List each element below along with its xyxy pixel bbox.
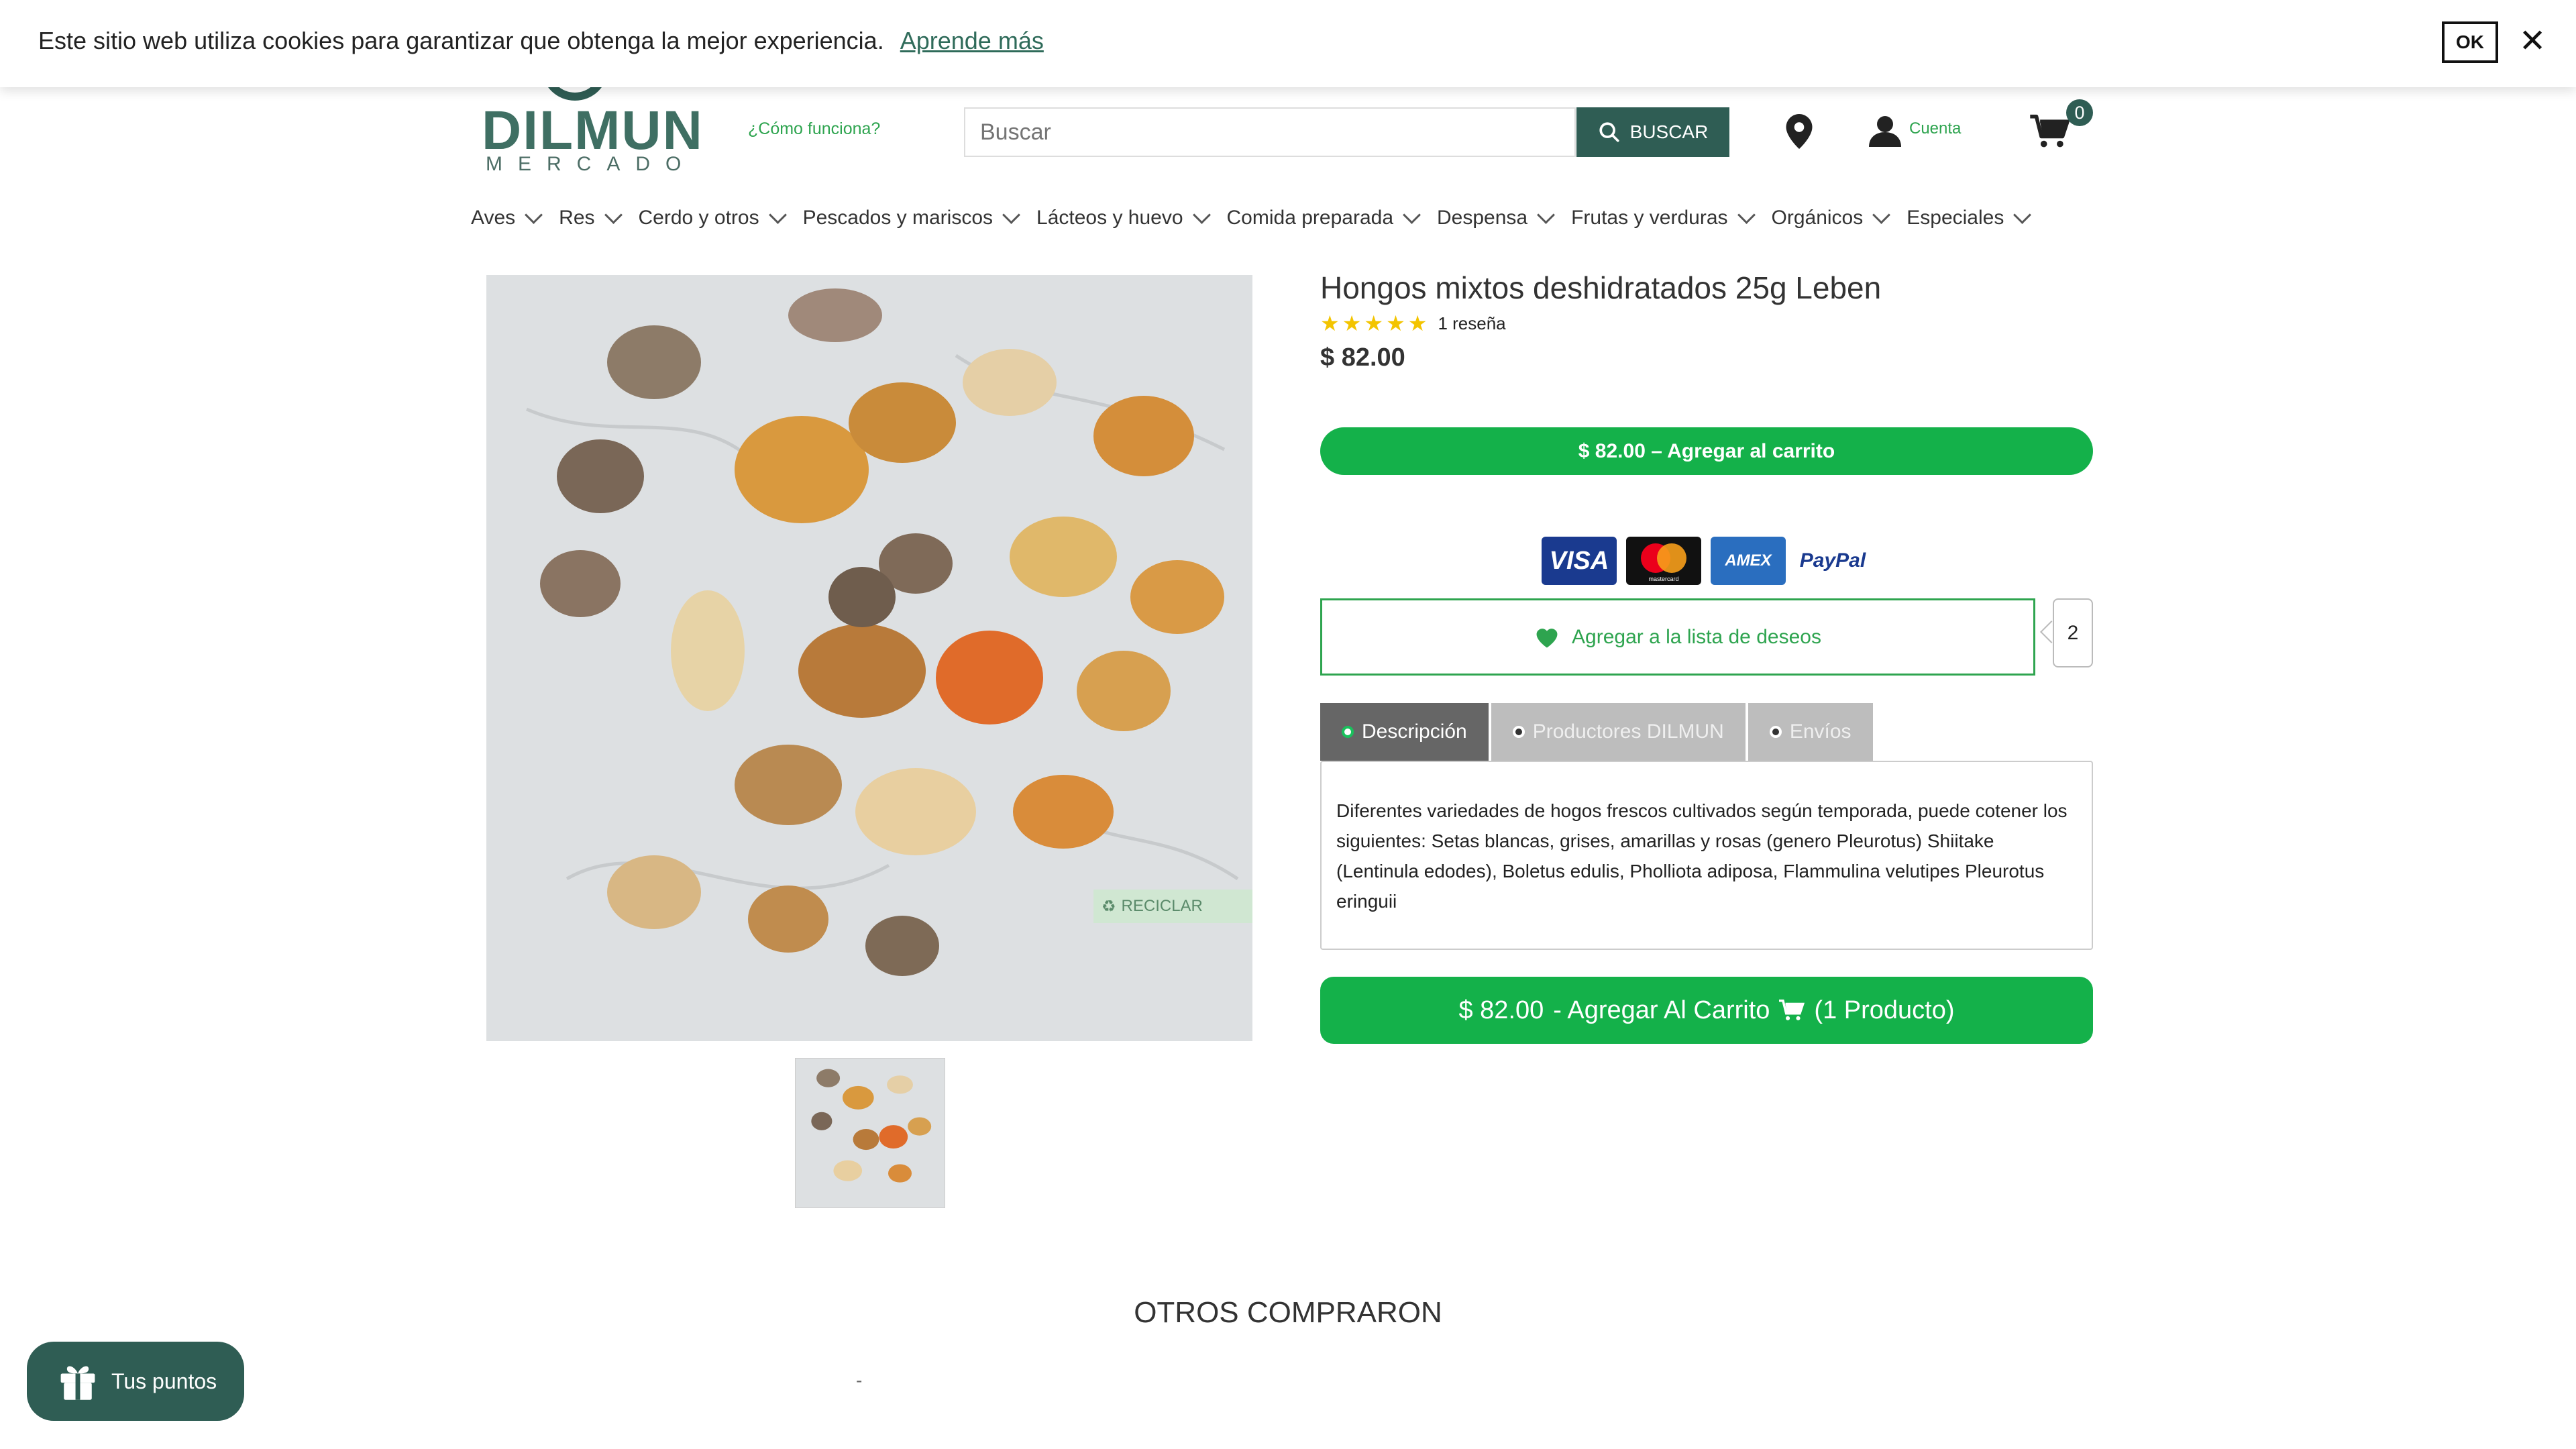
tab-envios[interactable]: Envíos [1748,703,1873,761]
wishlist-count: 2 [2053,598,2093,667]
nav-item-label: Res [559,207,595,229]
product-title: Hongos mixtos deshidratados 25g Leben [1320,270,1882,305]
tab-label: Descripción [1362,720,1467,743]
nav-item-label: Especiales [1907,207,2004,229]
mastercard-circle-orange [1657,543,1686,573]
tab-descripcion[interactable]: Descripción [1320,703,1489,761]
cart-count-badge: 0 [2066,99,2093,126]
nav-item-label: Lácteos y huevo [1036,207,1183,229]
nav-item-lacteos[interactable]: Lácteos y huevo [1036,205,1211,229]
nav-item-especiales[interactable]: Especiales [1907,205,2032,229]
radio-icon [1512,726,1525,738]
nav-item-label: Comida preparada [1226,207,1393,229]
star-icon: ★ [1342,311,1362,335]
cart-icon [1779,999,1805,1020]
mushrooms-thumbnail [796,1059,945,1208]
carousel-dash: - [856,1370,863,1391]
chevron-down-icon [2013,205,2032,224]
star-icon: ★ [1364,311,1384,335]
chevron-down-icon [1403,205,1421,224]
user-icon[interactable] [1869,114,1901,148]
description-panel: Diferentes variedades de hogos frescos c… [1320,761,2093,950]
cookie-ok-button[interactable]: OK [2442,21,2498,63]
nav-item-res[interactable]: Res [559,205,623,229]
nav-item-comida-preparada[interactable]: Comida preparada [1226,205,1421,229]
radio-icon [1342,726,1354,738]
chevron-down-icon [1002,205,1020,224]
product-tabs: Descripción Productores DILMUN Envíos [1320,703,1873,761]
search-button[interactable]: BUSCAR [1576,107,1729,157]
chevron-down-icon [525,205,543,224]
add-to-cart-button-top[interactable]: $ 82.00 – Agregar al carrito [1320,427,2093,475]
cookie-message: Este sitio web utiliza cookies para gara… [38,27,884,54]
others-bought-title: OTROS COMPRARON [1134,1296,1442,1329]
search-button-label: BUSCAR [1629,121,1709,142]
nav-item-label: Orgánicos [1771,207,1864,229]
add-to-wishlist-button[interactable]: Agregar a la lista de deseos [1320,598,2035,676]
cart-button-label: - Agregar Al Carrito [1553,996,1770,1024]
tab-label: Productores DILMUN [1532,720,1724,743]
heart-icon [1536,628,1558,647]
location-pin-icon[interactable] [1786,114,1813,149]
mastercard-label: mastercard [1648,576,1679,582]
cart-icon[interactable] [2029,114,2071,149]
nav-item-label: Despensa [1437,207,1528,229]
add-to-cart-button-bottom[interactable]: $ 82.00 - Agregar Al Carrito (1 Producto… [1320,977,2093,1044]
chevron-down-icon [1872,205,1891,224]
recycle-badge: ♻ RECICLAR [1093,890,1252,923]
cookie-banner: Este sitio web utiliza cookies para gara… [0,0,2576,87]
nav-item-label: Pescados y mariscos [802,207,994,229]
tab-productores[interactable]: Productores DILMUN [1491,703,1746,761]
close-icon[interactable]: ✕ [2519,23,2546,60]
product-price: $ 82.00 [1320,343,1405,372]
nav-item-cerdo[interactable]: Cerdo y otros [638,205,787,229]
chevron-down-icon [1537,205,1556,224]
chevron-down-icon [604,205,623,224]
radio-icon [1769,726,1782,738]
category-nav: Aves Res Cerdo y otros Pescados y marisc… [471,205,2047,229]
nav-item-organicos[interactable]: Orgánicos [1771,205,1891,229]
tab-label: Envíos [1789,720,1851,743]
product-main-image[interactable]: ♻ RECICLAR [486,275,1252,1041]
chevron-down-icon [1192,205,1211,224]
recycle-icon: ♻ [1102,897,1116,916]
logo-subtitle: MERCADO [486,153,697,175]
search-input[interactable] [964,107,1576,157]
account-link[interactable]: Cuenta [1909,119,1961,138]
product-thumbnail[interactable] [795,1058,945,1208]
gift-icon [60,1366,95,1400]
points-label: Tus puntos [111,1368,217,1393]
amex-icon: AMEX [1711,537,1786,585]
review-count[interactable]: 1 reseña [1438,313,1505,334]
nav-item-frutas[interactable]: Frutas y verduras [1571,205,1756,229]
paypal-icon: PayPal [1795,537,1870,585]
cookie-learn-more-link[interactable]: Aprende más [900,27,1044,54]
cookie-message-row: Este sitio web utiliza cookies para gara… [38,27,1044,55]
chevron-down-icon [768,205,787,224]
cart-button-qty: (1 Producto) [1814,996,1955,1024]
visa-icon: VISA [1542,537,1617,585]
nav-item-label: Frutas y verduras [1571,207,1728,229]
rewards-points-button[interactable]: Tus puntos [27,1342,244,1421]
nav-item-label: Cerdo y otros [638,207,759,229]
search-icon [1599,122,1619,142]
star-icon: ★ [1407,311,1428,335]
cart-button-price: $ 82.00 [1458,996,1544,1024]
nav-item-aves[interactable]: Aves [471,205,543,229]
mastercard-icon: mastercard [1626,537,1701,585]
how-it-works-link[interactable]: ¿Cómo funciona? [748,119,880,139]
payment-methods: VISA mastercard AMEX PayPal [1542,537,1870,585]
recycle-label: RECICLAR [1121,897,1203,915]
chevron-down-icon [1737,205,1756,224]
nav-item-pescados[interactable]: Pescados y mariscos [802,205,1020,229]
star-icon: ★ [1320,311,1340,335]
nav-item-label: Aves [471,207,516,229]
rating-row[interactable]: ★ ★ ★ ★ ★ 1 reseña [1320,313,1506,334]
mushrooms-illustration [486,275,1252,1041]
nav-item-despensa[interactable]: Despensa [1437,205,1556,229]
wishlist-label: Agregar a la lista de deseos [1572,625,1821,648]
star-icon: ★ [1386,311,1405,335]
